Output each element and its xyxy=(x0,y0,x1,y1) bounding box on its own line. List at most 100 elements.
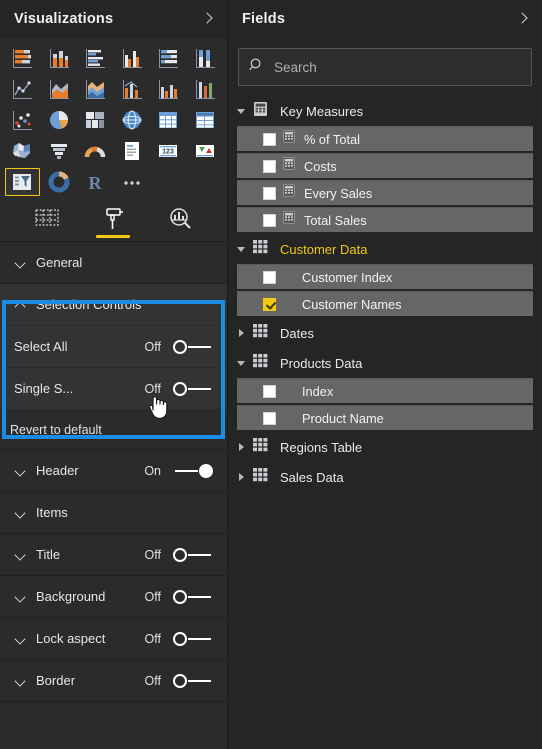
select-all-state: Off xyxy=(144,339,161,354)
gauge-icon[interactable] xyxy=(78,137,113,165)
field-table-key-measures[interactable]: Key Measures xyxy=(228,96,542,126)
format-section-general[interactable]: General xyxy=(0,242,227,284)
revert-to-default-button[interactable]: Revert to default xyxy=(0,410,227,450)
field-item-costs[interactable]: Costs xyxy=(237,153,533,178)
kpi-icon[interactable] xyxy=(188,137,223,165)
single-select-label: Single S... xyxy=(14,381,74,396)
filled-map-icon[interactable] xyxy=(5,137,40,165)
field-item-total-sales[interactable]: Total Sales xyxy=(237,207,533,232)
pie-chart-icon[interactable] xyxy=(42,106,77,134)
field-table-label: Regions Table xyxy=(280,439,363,455)
fields-search-wrap: Search xyxy=(228,38,542,94)
field-checkbox[interactable] xyxy=(263,411,276,425)
treemap-icon[interactable] xyxy=(78,106,113,134)
format-section-background[interactable]: Background Off xyxy=(0,576,227,618)
chevron-right-icon[interactable] xyxy=(514,11,530,27)
field-checkbox[interactable] xyxy=(263,270,276,284)
field-checkbox[interactable] xyxy=(263,159,276,173)
more-options-icon[interactable] xyxy=(115,168,150,196)
line-chart-icon[interactable] xyxy=(5,75,40,103)
chevron-right-icon[interactable] xyxy=(236,327,248,339)
field-table-customer-data[interactable]: Customer Data xyxy=(228,234,542,264)
field-table-regions-table[interactable]: Regions Table xyxy=(228,432,542,462)
field-item-label: % of Total xyxy=(304,131,360,147)
card-icon[interactable]: 123 xyxy=(151,137,186,165)
format-section-items[interactable]: Items xyxy=(0,492,227,534)
field-item-product-name[interactable]: Product Name xyxy=(237,405,533,430)
r-script-visual-icon[interactable]: R xyxy=(78,168,113,196)
chevron-down-icon xyxy=(14,548,28,562)
field-table-sales-data[interactable]: Sales Data xyxy=(228,462,542,492)
measure-icon xyxy=(283,130,296,148)
donut-chart-icon[interactable] xyxy=(42,168,77,196)
chevron-down-icon[interactable] xyxy=(236,243,248,255)
field-checkbox[interactable] xyxy=(263,297,276,311)
multi-row-card-icon[interactable] xyxy=(115,137,150,165)
background-toggle[interactable] xyxy=(173,588,213,606)
table-grid-icon xyxy=(253,467,271,487)
border-toggle[interactable] xyxy=(173,672,213,690)
clustered-bar-chart-icon[interactable] xyxy=(78,44,113,72)
chevron-down-icon[interactable] xyxy=(236,105,248,117)
scatter-chart-icon[interactable] xyxy=(5,106,40,134)
chevron-down-icon xyxy=(14,256,28,270)
field-table-dates[interactable]: Dates xyxy=(228,318,542,348)
field-checkbox[interactable] xyxy=(263,132,276,146)
table-grid-icon xyxy=(253,323,271,343)
field-item-pct-of-total[interactable]: % of Total xyxy=(237,126,533,151)
tab-fields[interactable] xyxy=(24,202,70,240)
chevron-right-icon[interactable] xyxy=(236,471,248,483)
field-item-label: Every Sales xyxy=(304,185,373,201)
field-table-label: Key Measures xyxy=(280,103,364,119)
stacked-bar-chart-icon[interactable] xyxy=(5,44,40,72)
chevron-down-icon[interactable] xyxy=(236,357,248,369)
field-checkbox[interactable] xyxy=(263,213,276,227)
matrix-icon[interactable] xyxy=(188,106,223,134)
clustered-column-chart-icon[interactable] xyxy=(115,44,150,72)
format-section-title[interactable]: Title Off xyxy=(0,534,227,576)
stacked-column-chart-icon[interactable] xyxy=(42,44,77,72)
measure-icon xyxy=(283,157,296,175)
line-clustered-column-chart-icon[interactable] xyxy=(151,75,186,103)
stacked-area-chart-icon[interactable] xyxy=(78,75,113,103)
field-item-label: Costs xyxy=(304,158,337,174)
field-checkbox[interactable] xyxy=(263,384,276,398)
title-toggle[interactable] xyxy=(173,546,213,564)
line-stacked-column-chart-icon[interactable] xyxy=(115,75,150,103)
map-globe-icon[interactable] xyxy=(115,106,150,134)
svg-text:R: R xyxy=(89,173,103,193)
field-item-index[interactable]: Index xyxy=(237,378,533,403)
tab-analytics[interactable] xyxy=(157,202,203,240)
format-section-selection-controls[interactable]: Selection Controls xyxy=(0,284,227,326)
search-icon xyxy=(249,57,265,78)
single-select-toggle[interactable] xyxy=(173,380,213,398)
field-item-every-sales[interactable]: Every Sales xyxy=(237,180,533,205)
search-input[interactable]: Search xyxy=(238,48,532,86)
field-item-customer-names[interactable]: Customer Names xyxy=(237,291,533,316)
chevron-right-icon[interactable] xyxy=(236,441,248,453)
format-option-single-select[interactable]: Single S... Off xyxy=(0,368,227,410)
ribbon-chart-icon[interactable] xyxy=(188,75,223,103)
select-all-toggle[interactable] xyxy=(173,338,213,356)
lock-aspect-toggle[interactable] xyxy=(173,630,213,648)
table-icon[interactable] xyxy=(151,106,186,134)
format-section-header[interactable]: Header On xyxy=(0,450,227,492)
slicer-icon[interactable] xyxy=(5,168,40,196)
tab-format[interactable] xyxy=(90,202,136,240)
field-item-customer-index[interactable]: Customer Index xyxy=(237,264,533,289)
chevron-right-icon[interactable] xyxy=(199,11,215,27)
format-section-border[interactable]: Border Off xyxy=(0,660,227,702)
chevron-down-icon xyxy=(14,464,28,478)
field-table-products-data[interactable]: Products Data xyxy=(228,348,542,378)
lock-aspect-state: Off xyxy=(144,631,161,646)
funnel-chart-icon[interactable] xyxy=(42,137,77,165)
field-checkbox[interactable] xyxy=(263,186,276,200)
100-stacked-bar-chart-icon[interactable] xyxy=(151,44,186,72)
area-chart-icon[interactable] xyxy=(42,75,77,103)
table-grid-icon xyxy=(253,437,271,457)
100-stacked-column-chart-icon[interactable] xyxy=(188,44,223,72)
fields-title: Fields xyxy=(242,11,286,27)
format-section-lock-aspect[interactable]: Lock aspect Off xyxy=(0,618,227,660)
format-option-select-all[interactable]: Select All Off xyxy=(0,326,227,368)
header-toggle[interactable] xyxy=(173,462,213,480)
